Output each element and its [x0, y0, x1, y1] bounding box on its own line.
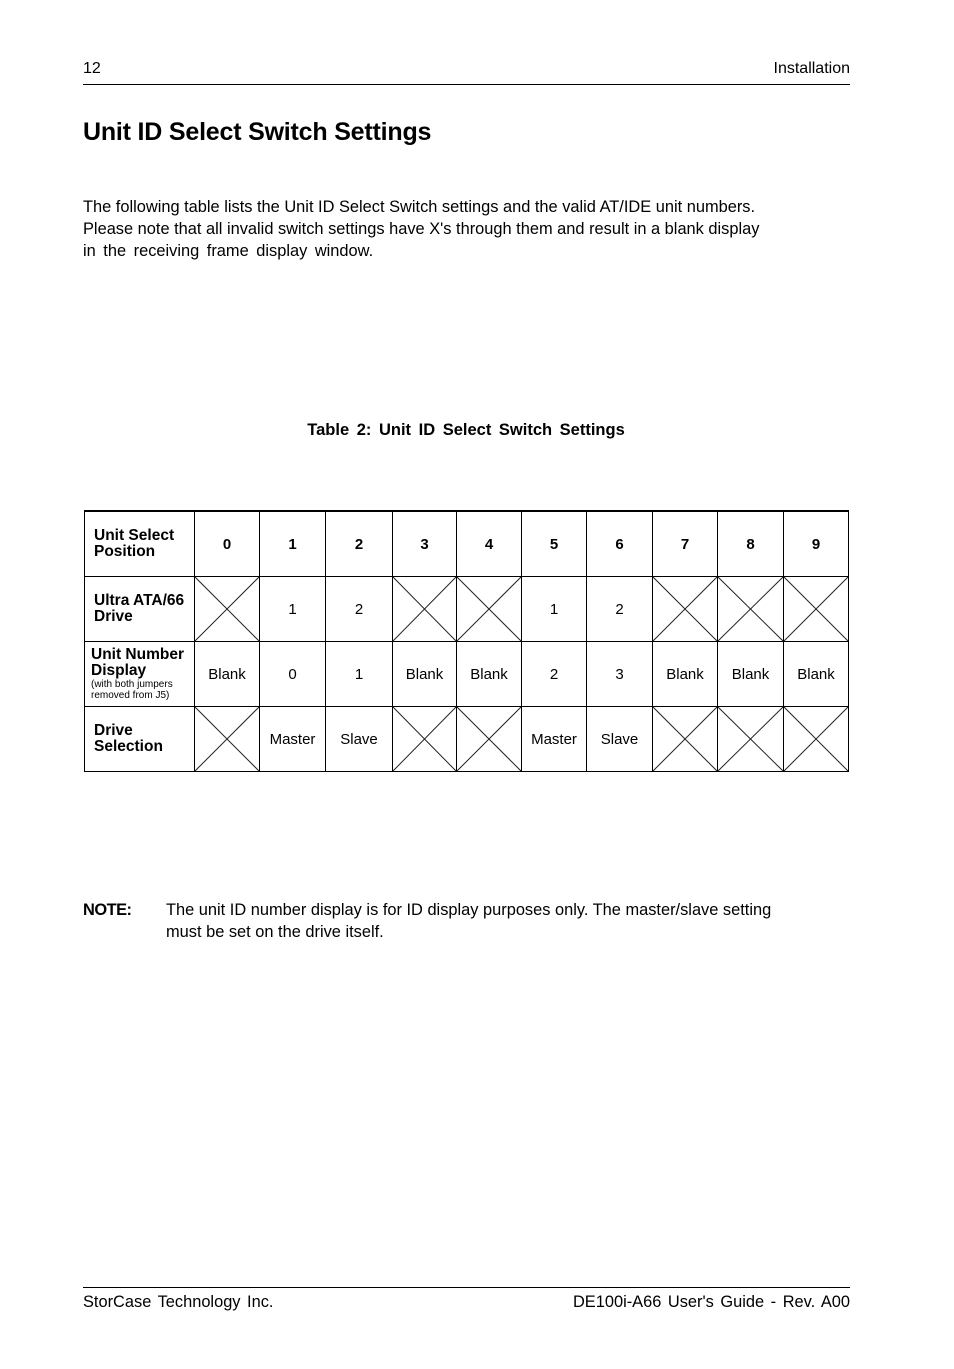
table-cell: Blank: [783, 641, 849, 707]
table-cell: Blank: [392, 641, 457, 707]
page-header: 12 Installation: [83, 58, 850, 85]
intro-line-3: in the receiving frame display window.: [83, 242, 374, 260]
note-line-1: The unit ID number display is for ID dis…: [166, 901, 772, 919]
table-cell: 1: [259, 576, 326, 642]
page-footer: StorCase Technology Inc. DE100i-A66 User…: [83, 1287, 850, 1311]
invalid-cell-x-mark: [392, 576, 457, 642]
table-caption-text: Table 2: Unit ID Select Switch Settings: [307, 421, 625, 439]
note-line-2: must be set on the drive itself.: [166, 923, 384, 941]
table-cell: Blank: [717, 641, 784, 707]
invalid-cell-x-mark: [717, 706, 784, 772]
table-row: Drive Selection Master Slave Master Slave: [84, 706, 849, 772]
table-cell: 3: [392, 510, 457, 577]
table-cell: 4: [456, 510, 522, 577]
invalid-cell-x-mark: [717, 576, 784, 642]
invalid-cell-x-mark: [456, 706, 522, 772]
invalid-cell-x-mark: [652, 576, 718, 642]
invalid-cell-x-mark: [783, 706, 849, 772]
table-cell: 2: [325, 576, 393, 642]
row-header: Ultra ATA/66 Drive: [84, 576, 195, 642]
table-cell: 5: [521, 510, 587, 577]
table-cell: 6: [586, 510, 653, 577]
table-cell: Slave: [586, 706, 653, 772]
invalid-cell-x-mark: [392, 706, 457, 772]
x-mark-icon: [653, 707, 717, 771]
table-cell: 1: [325, 641, 393, 707]
table-cell: Blank: [652, 641, 718, 707]
table-cell: 0: [194, 510, 260, 577]
footer-company: StorCase Technology Inc.: [83, 1293, 274, 1311]
invalid-cell-x-mark: [783, 576, 849, 642]
invalid-cell-x-mark: [652, 706, 718, 772]
table-cell: 9: [783, 510, 849, 577]
note-text: The unit ID number display is for ID dis…: [166, 899, 850, 943]
table-caption: Table 2: Unit ID Select Switch Settings: [0, 421, 954, 440]
x-mark-icon: [195, 707, 259, 771]
x-mark-icon: [195, 577, 259, 641]
table-cell: 1: [521, 576, 587, 642]
table-cell: 1: [259, 510, 326, 577]
row-header-text: Unit Select Position: [94, 527, 175, 560]
table-cell: 7: [652, 510, 718, 577]
x-mark-icon: [653, 577, 717, 641]
table-row: Ultra ATA/66 Drive 1 2 1 2: [84, 576, 849, 642]
row-header-text: Ultra ATA/66 Drive: [94, 592, 185, 625]
note-label: NOTE:: [83, 901, 132, 919]
invalid-cell-x-mark: [194, 706, 260, 772]
table-row: Unit Select Position 0 1 2 3 4 5 6 7 8 9: [84, 510, 849, 577]
row-header-subtext: (with both jumpers removed from J5): [91, 679, 173, 701]
x-mark-icon: [457, 707, 521, 771]
table-cell: 2: [586, 576, 653, 642]
x-mark-icon: [784, 577, 848, 641]
table-cell: Master: [521, 706, 587, 772]
table-cell: 0: [259, 641, 326, 707]
table-cell: 3: [586, 641, 653, 707]
intro-paragraph: The following table lists the Unit ID Se…: [83, 196, 850, 262]
row-header-text: Unit Number Display: [91, 646, 184, 679]
x-mark-icon: [718, 577, 783, 641]
row-header: Unit Select Position: [84, 510, 195, 577]
row-header: Drive Selection: [84, 706, 195, 772]
row-header-text: Drive Selection: [94, 722, 163, 755]
x-mark-icon: [718, 707, 783, 771]
x-mark-icon: [393, 577, 456, 641]
x-mark-icon: [784, 707, 848, 771]
intro-line-2: Please note that all invalid switch sett…: [83, 220, 760, 238]
table-cell: Slave: [325, 706, 393, 772]
table-row: Unit Number Display (with both jumpers re…: [84, 641, 849, 707]
invalid-cell-x-mark: [194, 576, 260, 642]
table-cell: 2: [521, 641, 587, 707]
unit-id-switch-table: Unit Select Position 0 1 2 3 4 5 6 7 8 9 Ultra ATA/…: [84, 510, 849, 772]
table-cell: Master: [259, 706, 326, 772]
invalid-cell-x-mark: [456, 576, 522, 642]
footer-document: DE100i-A66 User's Guide - Rev. A00: [572, 1293, 850, 1311]
table-cell: 8: [717, 510, 784, 577]
section-name: Installation: [773, 60, 851, 77]
page-number: 12: [83, 60, 101, 77]
x-mark-icon: [393, 707, 456, 771]
page-title: Unit ID Select Switch Settings: [83, 118, 432, 146]
x-mark-icon: [457, 577, 521, 641]
table-cell: 2: [325, 510, 393, 577]
row-header: Unit Number Display (with both jumpers re…: [84, 641, 195, 707]
table-cell: Blank: [194, 641, 260, 707]
intro-line-1: The following table lists the Unit ID Se…: [83, 198, 756, 216]
table-cell: Blank: [456, 641, 522, 707]
